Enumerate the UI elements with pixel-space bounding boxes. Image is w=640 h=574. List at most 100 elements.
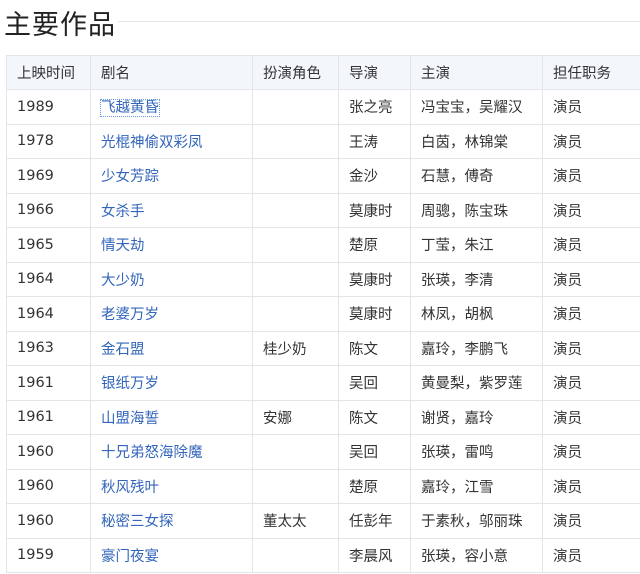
cell-title-link[interactable]: 光棍神偷双彩凤 [90, 123, 253, 159]
cell-stars: 嘉玲，江雪 [410, 468, 543, 504]
cell-stars: 石慧，傅奇 [410, 158, 543, 194]
title-link-text[interactable]: 老婆万岁 [101, 307, 159, 323]
cell-stars: 于素秋，邬丽珠 [410, 503, 543, 539]
cell-job: 演员 [542, 192, 640, 228]
cell-stars: 黄曼梨，紫罗莲 [410, 365, 543, 401]
cell-year: 1978 [6, 123, 91, 159]
table-row: 1961 银纸万岁 吴回 黄曼梨，紫罗莲 演员 [6, 365, 640, 401]
header-role: 扮演角色 [252, 55, 339, 90]
table-row: 1969 少女芳踪 金沙 石慧，傅奇 演员 [6, 158, 640, 194]
cell-role [252, 468, 339, 504]
table-row: 1964 大少奶 莫康时 张瑛，李清 演员 [6, 261, 640, 297]
cell-job: 演员 [542, 365, 640, 401]
title-divider [118, 21, 640, 22]
cell-stars: 张瑛，雷鸣 [410, 434, 543, 470]
cell-stars: 白茵，林锦棠 [410, 123, 543, 159]
cell-role [252, 89, 339, 125]
cell-job: 演员 [542, 261, 640, 297]
cell-stars: 林凤，胡枫 [410, 296, 543, 332]
table-header-row: 上映时间 剧名 扮演角色 导演 主演 担任职务 [6, 55, 640, 90]
cell-director: 金沙 [338, 158, 411, 194]
cell-role: 董太太 [252, 503, 339, 539]
cell-title-link[interactable]: 秘密三女探 [90, 503, 253, 539]
cell-role [252, 261, 339, 297]
title-link-text[interactable]: 山盟海誓 [101, 411, 159, 427]
cell-title-link[interactable]: 大少奶 [90, 261, 253, 297]
title-link-text[interactable]: 情天劫 [101, 238, 145, 254]
cell-stars: 丁莹，朱江 [410, 227, 543, 263]
cell-job: 演员 [542, 227, 640, 263]
cell-title-link[interactable]: 女杀手 [90, 192, 253, 228]
cell-role [252, 192, 339, 228]
cell-year: 1960 [6, 468, 91, 504]
cell-job: 演员 [542, 503, 640, 539]
title-link-text[interactable]: 少女芳踪 [101, 169, 159, 185]
cell-director: 吴回 [338, 365, 411, 401]
title-link-text[interactable]: 大少奶 [101, 273, 145, 289]
cell-stars: 张瑛，容小意 [410, 537, 543, 573]
works-table: 上映时间 剧名 扮演角色 导演 主演 担任职务 1989 飞越黄昏 张之亮 冯宝宝，吴… [6, 55, 640, 573]
cell-stars: 张瑛，李清 [410, 261, 543, 297]
cell-director: 莫康时 [338, 192, 411, 228]
title-link-text[interactable]: 秘密三女探 [101, 514, 174, 530]
title-link-text[interactable]: 金石盟 [101, 342, 145, 358]
table-row: 1989 飞越黄昏 张之亮 冯宝宝，吴耀汉 演员 [6, 89, 640, 125]
header-director: 导演 [338, 55, 411, 90]
title-link-text[interactable]: 飞越黄昏 [100, 99, 160, 118]
cell-title-link[interactable]: 情天劫 [90, 227, 253, 263]
title-link-text[interactable]: 秋风残叶 [101, 480, 159, 496]
cell-job: 演员 [542, 537, 640, 573]
cell-job: 演员 [542, 158, 640, 194]
cell-year: 1960 [6, 503, 91, 539]
cell-job: 演员 [542, 399, 640, 435]
cell-director: 楚原 [338, 227, 411, 263]
cell-job: 演员 [542, 89, 640, 125]
cell-role [252, 123, 339, 159]
cell-role [252, 296, 339, 332]
table-row: 1965 情天劫 楚原 丁莹，朱江 演员 [6, 227, 640, 263]
title-link-text[interactable]: 银纸万岁 [101, 376, 159, 392]
cell-job: 演员 [542, 296, 640, 332]
cell-year: 1969 [6, 158, 91, 194]
table-row: 1960 秘密三女探 董太太 任彭年 于素秋，邬丽珠 演员 [6, 503, 640, 539]
table-row: 1959 豪门夜宴 李晨风 张瑛，容小意 演员 [6, 537, 640, 573]
cell-title-link[interactable]: 秋风残叶 [90, 468, 253, 504]
cell-stars: 嘉玲，李鹏飞 [410, 330, 543, 366]
cell-year: 1961 [6, 365, 91, 401]
cell-title-link[interactable]: 少女芳踪 [90, 158, 253, 194]
table-row: 1963 金石盟 桂少奶 陈文 嘉玲，李鹏飞 演员 [6, 330, 640, 366]
cell-stars: 冯宝宝，吴耀汉 [410, 89, 543, 125]
cell-year: 1960 [6, 434, 91, 470]
cell-stars: 谢贤，嘉玲 [410, 399, 543, 435]
cell-year: 1965 [6, 227, 91, 263]
title-link-text[interactable]: 豪门夜宴 [101, 549, 159, 565]
title-link-text[interactable]: 光棍神偷双彩凤 [101, 135, 203, 151]
cell-director: 任彭年 [338, 503, 411, 539]
cell-year: 1964 [6, 261, 91, 297]
cell-director: 陈文 [338, 330, 411, 366]
cell-title-link[interactable]: 飞越黄昏 [90, 89, 253, 125]
cell-year: 1966 [6, 192, 91, 228]
cell-role [252, 365, 339, 401]
table-row: 1964 老婆万岁 莫康时 林凤，胡枫 演员 [6, 296, 640, 332]
cell-role [252, 227, 339, 263]
table-row: 1966 女杀手 莫康时 周骢，陈宝珠 演员 [6, 192, 640, 228]
cell-director: 莫康时 [338, 296, 411, 332]
cell-job: 演员 [542, 468, 640, 504]
cell-year: 1964 [6, 296, 91, 332]
cell-title-link[interactable]: 豪门夜宴 [90, 537, 253, 573]
cell-role [252, 537, 339, 573]
cell-title-link[interactable]: 老婆万岁 [90, 296, 253, 332]
title-link-text[interactable]: 十兄弟怒海除魔 [101, 445, 203, 461]
table-row: 1978 光棍神偷双彩凤 王涛 白茵，林锦棠 演员 [6, 123, 640, 159]
title-link-text[interactable]: 女杀手 [101, 204, 145, 220]
cell-role [252, 434, 339, 470]
cell-title-link[interactable]: 山盟海誓 [90, 399, 253, 435]
cell-title-link[interactable]: 金石盟 [90, 330, 253, 366]
cell-year: 1989 [6, 89, 91, 125]
cell-job: 演员 [542, 123, 640, 159]
table-row: 1960 秋风残叶 楚原 嘉玲，江雪 演员 [6, 468, 640, 504]
cell-title-link[interactable]: 银纸万岁 [90, 365, 253, 401]
cell-title-link[interactable]: 十兄弟怒海除魔 [90, 434, 253, 470]
cell-job: 演员 [542, 434, 640, 470]
